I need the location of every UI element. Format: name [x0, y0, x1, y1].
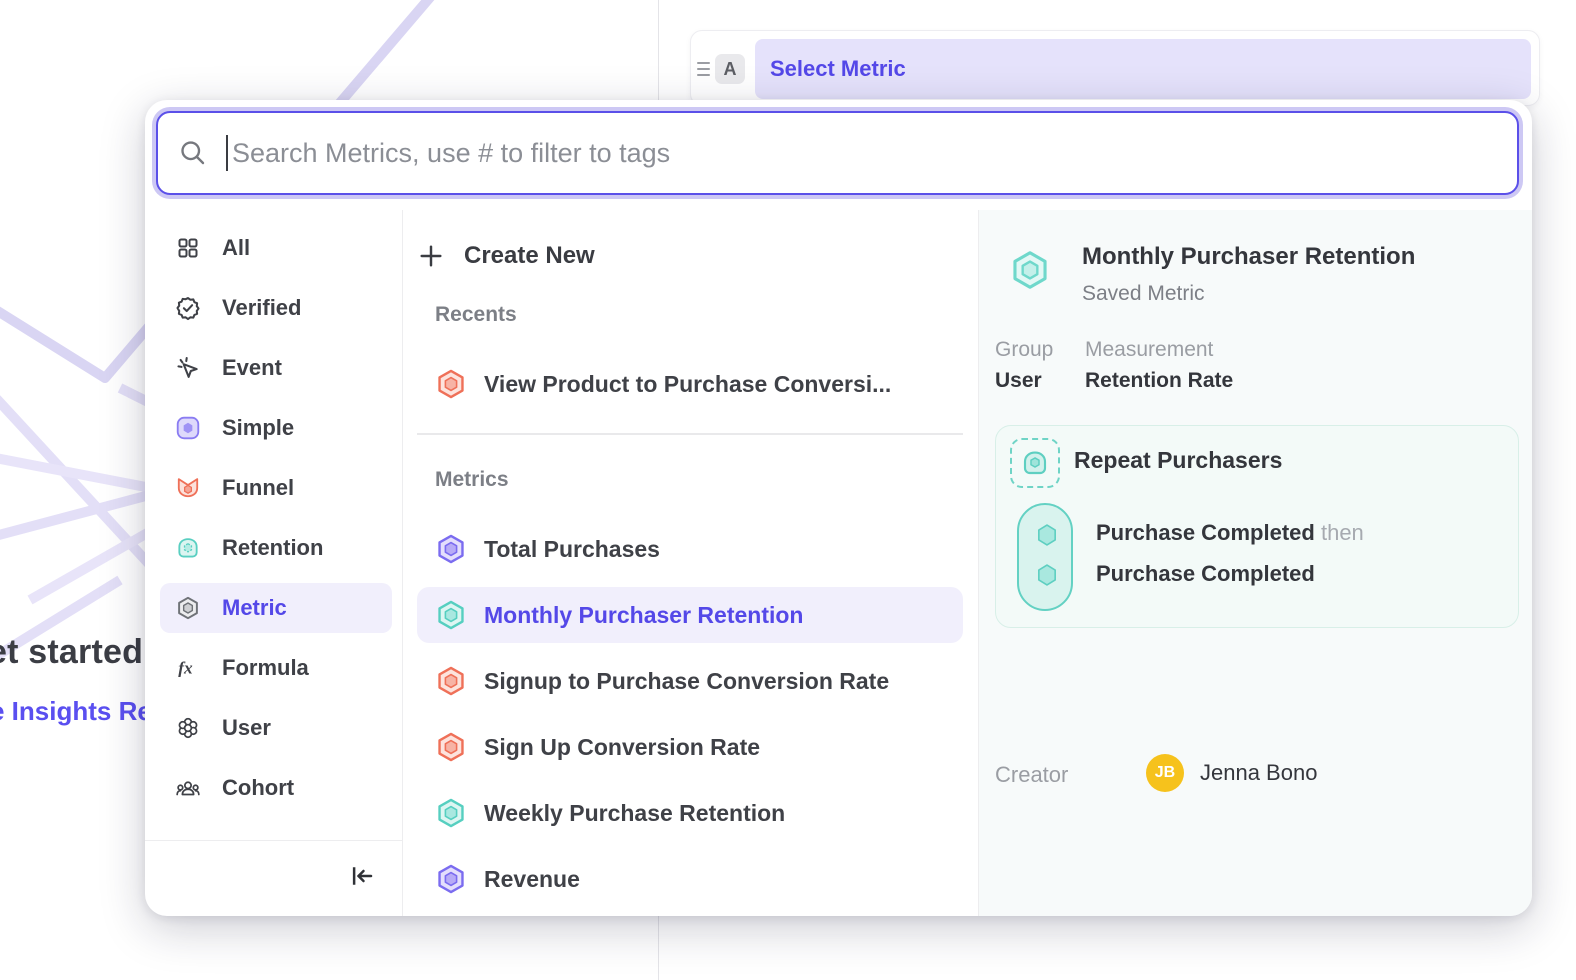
sidebar-item-metric[interactable]: Metric — [160, 583, 392, 633]
cohort-people-icon — [175, 775, 201, 801]
behavior-steps-capsule — [1017, 503, 1073, 611]
metric-letter-badge[interactable]: A — [715, 54, 745, 84]
search-input[interactable] — [232, 138, 1517, 169]
metric-hexagon-icon — [175, 595, 201, 621]
teal-hexagon-icon — [435, 797, 467, 829]
search-icon — [178, 138, 208, 168]
background-headline-fragment: et started. — [0, 633, 153, 672]
then-connector: then — [1321, 520, 1364, 545]
detail-subtitle: Saved Metric — [1082, 282, 1205, 306]
teal-hexagon-icon — [1008, 248, 1052, 292]
sidebar-item-event[interactable]: Event — [160, 343, 392, 393]
teal-hexagon-icon — [435, 599, 467, 631]
salmon-hexagon-icon — [435, 665, 467, 697]
retention-cohort-icon — [1010, 438, 1060, 488]
drag-handle-icon[interactable] — [697, 57, 715, 81]
simple-icon — [175, 415, 201, 441]
purple-hexagon-icon — [435, 533, 467, 565]
metric-item-weekly-purchase-retention[interactable]: Weekly Purchase Retention — [417, 785, 963, 841]
detail-title: Monthly Purchaser Retention — [1082, 243, 1415, 271]
sidebar-footer-divider — [145, 840, 402, 841]
sidebar-item-cohort[interactable]: Cohort — [160, 763, 392, 813]
salmon-hexagon-icon — [435, 731, 467, 763]
retention-icon — [175, 535, 201, 561]
metric-row-card: A Select Metric — [690, 30, 1540, 106]
metric-picker-popover: All Verified Event — [145, 100, 1532, 916]
verified-badge-icon — [175, 295, 201, 321]
step-hexagon-icon — [1033, 561, 1061, 589]
creator-name: Jenna Bono — [1200, 760, 1317, 786]
step-hexagon-icon — [1033, 521, 1061, 549]
repeat-purchasers-card: Repeat Purchasers Purchase Completed the… — [995, 425, 1519, 628]
event-cursor-icon — [175, 355, 201, 381]
metric-item-revenue[interactable]: Revenue — [417, 851, 963, 907]
creator-label: Creator — [995, 762, 1068, 788]
sidebar-item-verified[interactable]: Verified — [160, 283, 392, 333]
step-two-text: Purchase Completed — [1096, 561, 1315, 587]
metric-item-monthly-purchaser-retention[interactable]: Monthly Purchaser Retention — [417, 587, 963, 643]
sidebar-item-formula[interactable]: fx Formula — [160, 643, 392, 693]
recents-section-label: Recents — [435, 303, 517, 327]
creator-avatar: JB — [1146, 754, 1184, 792]
metric-item-sign-up-conversion[interactable]: Sign Up Conversion Rate — [417, 719, 963, 775]
purple-hexagon-icon — [435, 863, 467, 895]
sidebar-item-user[interactable]: User — [160, 703, 392, 753]
search-container — [156, 111, 1519, 195]
group-label: Group — [995, 338, 1053, 362]
step-one-text: Purchase Completed then — [1096, 520, 1364, 546]
text-caret — [226, 135, 228, 171]
select-metric-button[interactable]: Select Metric — [755, 39, 1531, 99]
create-new-button[interactable]: Create New — [417, 233, 963, 279]
sidebar-item-retention[interactable]: Retention — [160, 523, 392, 573]
section-divider — [417, 433, 963, 435]
metric-item-total-purchases[interactable]: Total Purchases — [417, 521, 963, 577]
sidebar-divider — [402, 210, 403, 916]
funnel-hexagon-icon — [435, 368, 467, 400]
sidebar-item-funnel[interactable]: Funnel — [160, 463, 392, 513]
grid-icon — [175, 235, 201, 261]
funnel-icon — [175, 475, 201, 501]
formula-fx-icon: fx — [175, 655, 201, 681]
collapse-left-icon — [346, 861, 376, 891]
metrics-section-label: Metrics — [435, 468, 509, 492]
group-value: User — [995, 369, 1042, 393]
recent-item[interactable]: View Product to Purchase Conversi... — [417, 356, 963, 412]
repeat-purchasers-title: Repeat Purchasers — [1074, 447, 1282, 474]
sidebar-item-all[interactable]: All — [160, 223, 392, 273]
sidebar-item-simple[interactable]: Simple — [160, 403, 392, 453]
measurement-value: Retention Rate — [1085, 369, 1233, 393]
collapse-sidebar-button[interactable] — [339, 854, 383, 898]
screen: et started. e Insights Re A Select Metri… — [0, 0, 1576, 980]
user-cluster-icon — [175, 715, 201, 741]
svg-text:fx: fx — [178, 658, 193, 677]
metric-item-signup-to-purchase[interactable]: Signup to Purchase Conversion Rate — [417, 653, 963, 709]
background-insights-link[interactable]: e Insights Re — [0, 696, 152, 727]
metric-detail-panel: Monthly Purchaser Retention Saved Metric… — [979, 210, 1532, 916]
measurement-label: Measurement — [1085, 338, 1213, 362]
plus-icon — [417, 242, 445, 270]
